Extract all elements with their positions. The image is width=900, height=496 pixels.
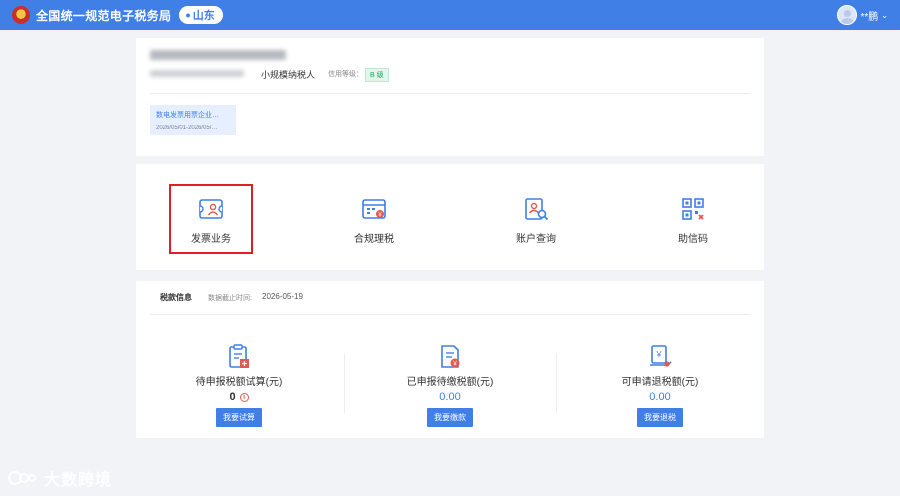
tax-item-label: 待申报税额试算(元) [195, 377, 283, 388]
invoice-tag-period: 2026/05/01-2026/05/… [156, 125, 218, 131]
tax-id-redacted [150, 70, 244, 77]
service-credit-code[interactable]: 助信码 [651, 184, 735, 254]
services-card: 发票业务 ￥ 合规理税 账户查询 助信码 [136, 164, 764, 270]
tax-item-label: 已申报待缴税额(元) [406, 377, 494, 388]
tax-doc-icon: ￥ [441, 345, 460, 368]
refund-icon: ￥ [650, 345, 672, 367]
service-compliance[interactable]: ￥ 合规理税 [332, 184, 416, 254]
service-label: 助信码 [678, 234, 708, 245]
national-emblem-icon [12, 6, 30, 24]
pay-tax-button[interactable]: 我要缴款 [427, 408, 473, 427]
region-selector[interactable]: ● 山东 [179, 6, 223, 24]
svg-text:￥: ￥ [452, 361, 458, 368]
app-title: 全国统一规范电子税务局 [36, 8, 172, 23]
divider [150, 93, 750, 94]
tax-item-label: 可申请退税额(元) [621, 377, 699, 388]
chevron-down-icon: ⌄ [881, 10, 888, 20]
refund-button[interactable]: 我要退税 [637, 408, 683, 427]
service-label: 合规理税 [354, 234, 394, 245]
username: **鹏 [860, 11, 879, 23]
pending-trial-amount: 0 [229, 391, 236, 403]
tax-item-value: 0.00 [439, 391, 461, 403]
account-search-icon [525, 198, 549, 221]
invoice-quota-tag[interactable]: 数电发票用票企业… 2026/05/01-2026/05/… [150, 105, 236, 135]
svg-text:￥: ￥ [655, 350, 663, 359]
data-cutoff-label: 数据截止时间: [208, 295, 252, 302]
top-bar: 全国统一规范电子税务局 ● 山东 **鹏 ⌄ [0, 0, 900, 30]
service-label: 发票业务 [191, 234, 231, 245]
divider [150, 314, 750, 315]
invoice-icon [199, 199, 223, 219]
watermark: 大数跨境 [8, 466, 112, 490]
column-divider [344, 353, 345, 413]
tax-item-value: 0.00 [649, 391, 671, 403]
service-label: 账户查询 [516, 234, 556, 245]
service-account-query[interactable]: 账户查询 [494, 184, 578, 254]
credit-level-label: 信用等级： [328, 71, 363, 78]
watermark-text: 大数跨境 [44, 472, 113, 489]
calendar-tax-icon: ￥ [362, 199, 386, 219]
info-icon[interactable]: i [239, 392, 249, 402]
tax-item-value: 0 i [229, 390, 249, 404]
svg-text:￥: ￥ [377, 212, 383, 219]
watermark-logo-icon [8, 471, 36, 485]
tax-info-title: 税款信息 [160, 293, 192, 302]
service-invoice[interactable]: 发票业务 [169, 184, 253, 254]
invoice-tag-title: 数电发票用票企业… [156, 112, 219, 119]
taxpayer-type: 小规模纳税人 [261, 70, 316, 80]
region-label: 山东 [192, 10, 215, 22]
location-pin-icon: ● [185, 10, 191, 20]
tax-item-refundable: ￥ 可申请退税额(元) 0.00 我要退税 [560, 343, 760, 427]
clipboard-calc-icon [229, 344, 249, 368]
qr-code-icon [682, 198, 704, 220]
tax-info-card: 税款信息 数据截止时间: 2026-05-19 待申报税额试算(元) 0 i 我… [136, 281, 764, 438]
tax-item-pending-trial: 待申报税额试算(元) 0 i 我要试算 [139, 343, 339, 427]
column-divider [556, 353, 557, 413]
credit-level-badge: B 级 [365, 68, 389, 82]
user-menu[interactable]: **鹏 ⌄ [836, 5, 888, 25]
data-cutoff-date: 2026-05-19 [262, 292, 303, 301]
company-name-redacted [150, 50, 286, 60]
avatar [836, 5, 857, 25]
trial-calc-button[interactable]: 我要试算 [216, 408, 262, 427]
tax-item-declared-unpaid: ￥ 已申报待缴税额(元) 0.00 我要缴款 [350, 343, 550, 427]
company-card: 小规模纳税人 信用等级： B 级 数电发票用票企业… 2026/05/01-20… [136, 38, 764, 156]
